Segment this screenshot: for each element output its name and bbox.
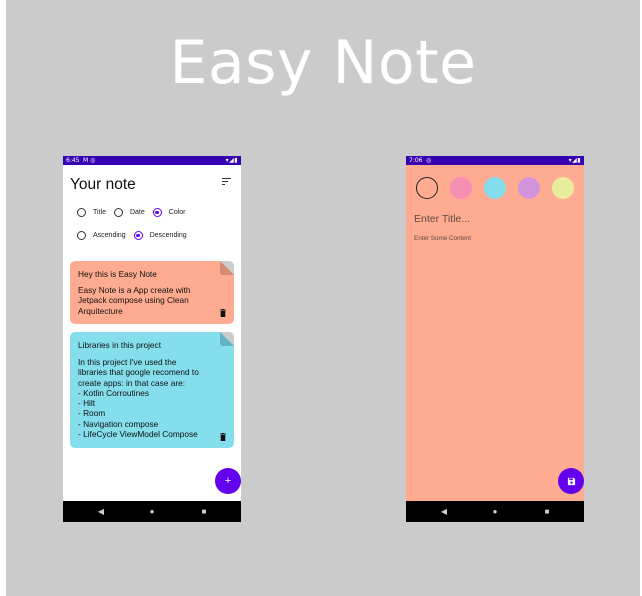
back-button[interactable]: ◀ [91,501,111,522]
order-option-label: Color [168,209,186,216]
sort-icon[interactable] [222,178,231,186]
recents-button[interactable]: ■ [194,501,214,522]
status-bar: 7:06 ◎ ▾◢▮ [406,156,584,165]
direction-options: Ascending Descending [77,231,195,240]
radio-date[interactable] [113,208,123,217]
status-left-icons: M ◎ [83,157,96,164]
content-input[interactable]: Enter Some Content [414,235,471,242]
status-time: 6:45 [66,157,80,164]
home-button[interactable]: ● [485,501,505,522]
note-card[interactable]: Libraries in this project In this projec… [70,332,234,448]
note-body: Easy Note is a App create with Jetpack c… [78,285,191,316]
status-bar: 6:45 M ◎ ▾◢▮ [63,156,241,165]
home-button[interactable]: ● [142,501,162,522]
note-card[interactable]: Hey this is Easy Note Easy Note is a App… [70,261,234,324]
color-swatch[interactable] [450,177,472,199]
direction-option-label: Descending [149,232,187,239]
color-swatch[interactable] [484,177,506,199]
hero-title: Easy Note [169,28,477,98]
status-right-icons: ▾◢▮ [568,157,581,164]
add-icon: + [224,475,232,487]
status-right-icons: ▾◢▮ [225,157,238,164]
direction-option-descending[interactable]: Descending [133,231,187,240]
save-note-button[interactable] [558,468,584,494]
radio-descending[interactable] [133,231,143,240]
note-title: Libraries in this project [78,340,162,350]
note-corner-fold [220,261,234,275]
order-option-label: Date [129,209,145,216]
note-corner-fold [220,332,234,346]
order-options: Title Date Color [77,208,194,217]
radio-title[interactable] [77,208,86,217]
add-edit-note-screen: 7:06 ◎ ▾◢▮ Enter Title... Enter Some Con… [406,156,584,522]
notes-list-screen: 6:45 M ◎ ▾◢▮ Your note Title Date Color [63,156,241,522]
order-option-title[interactable]: Title [77,208,106,217]
showcase-background: Easy Note 6:45 M ◎ ▾◢▮ Your note Title D… [6,0,640,596]
note-title: Hey this is Easy Note [78,269,157,279]
add-note-button[interactable]: + [215,468,241,494]
navigation-bar: ◀ ● ■ [63,501,241,522]
title-input[interactable]: Enter Title... [414,213,470,225]
status-left-icons: ◎ [426,157,432,164]
direction-option-ascending[interactable]: Ascending [77,231,126,240]
recents-button[interactable]: ■ [537,501,557,522]
page-title: Your note [70,176,136,193]
radio-color[interactable] [152,208,162,217]
back-button[interactable]: ◀ [434,501,454,522]
order-option-label: Title [93,209,106,216]
note-body: In this project I've used the libraries … [78,357,199,440]
color-swatch[interactable] [518,177,540,199]
direction-option-label: Ascending [93,232,126,239]
radio-ascending[interactable] [77,231,86,240]
order-option-color[interactable]: Color [152,208,186,217]
color-swatch-selected[interactable] [416,177,438,199]
delete-icon[interactable] [220,309,226,317]
order-option-date[interactable]: Date [113,208,145,217]
navigation-bar: ◀ ● ■ [406,501,584,522]
color-swatch[interactable] [552,177,574,199]
delete-icon[interactable] [220,433,226,441]
status-time: 7:06 [409,157,423,164]
save-icon [567,477,575,485]
